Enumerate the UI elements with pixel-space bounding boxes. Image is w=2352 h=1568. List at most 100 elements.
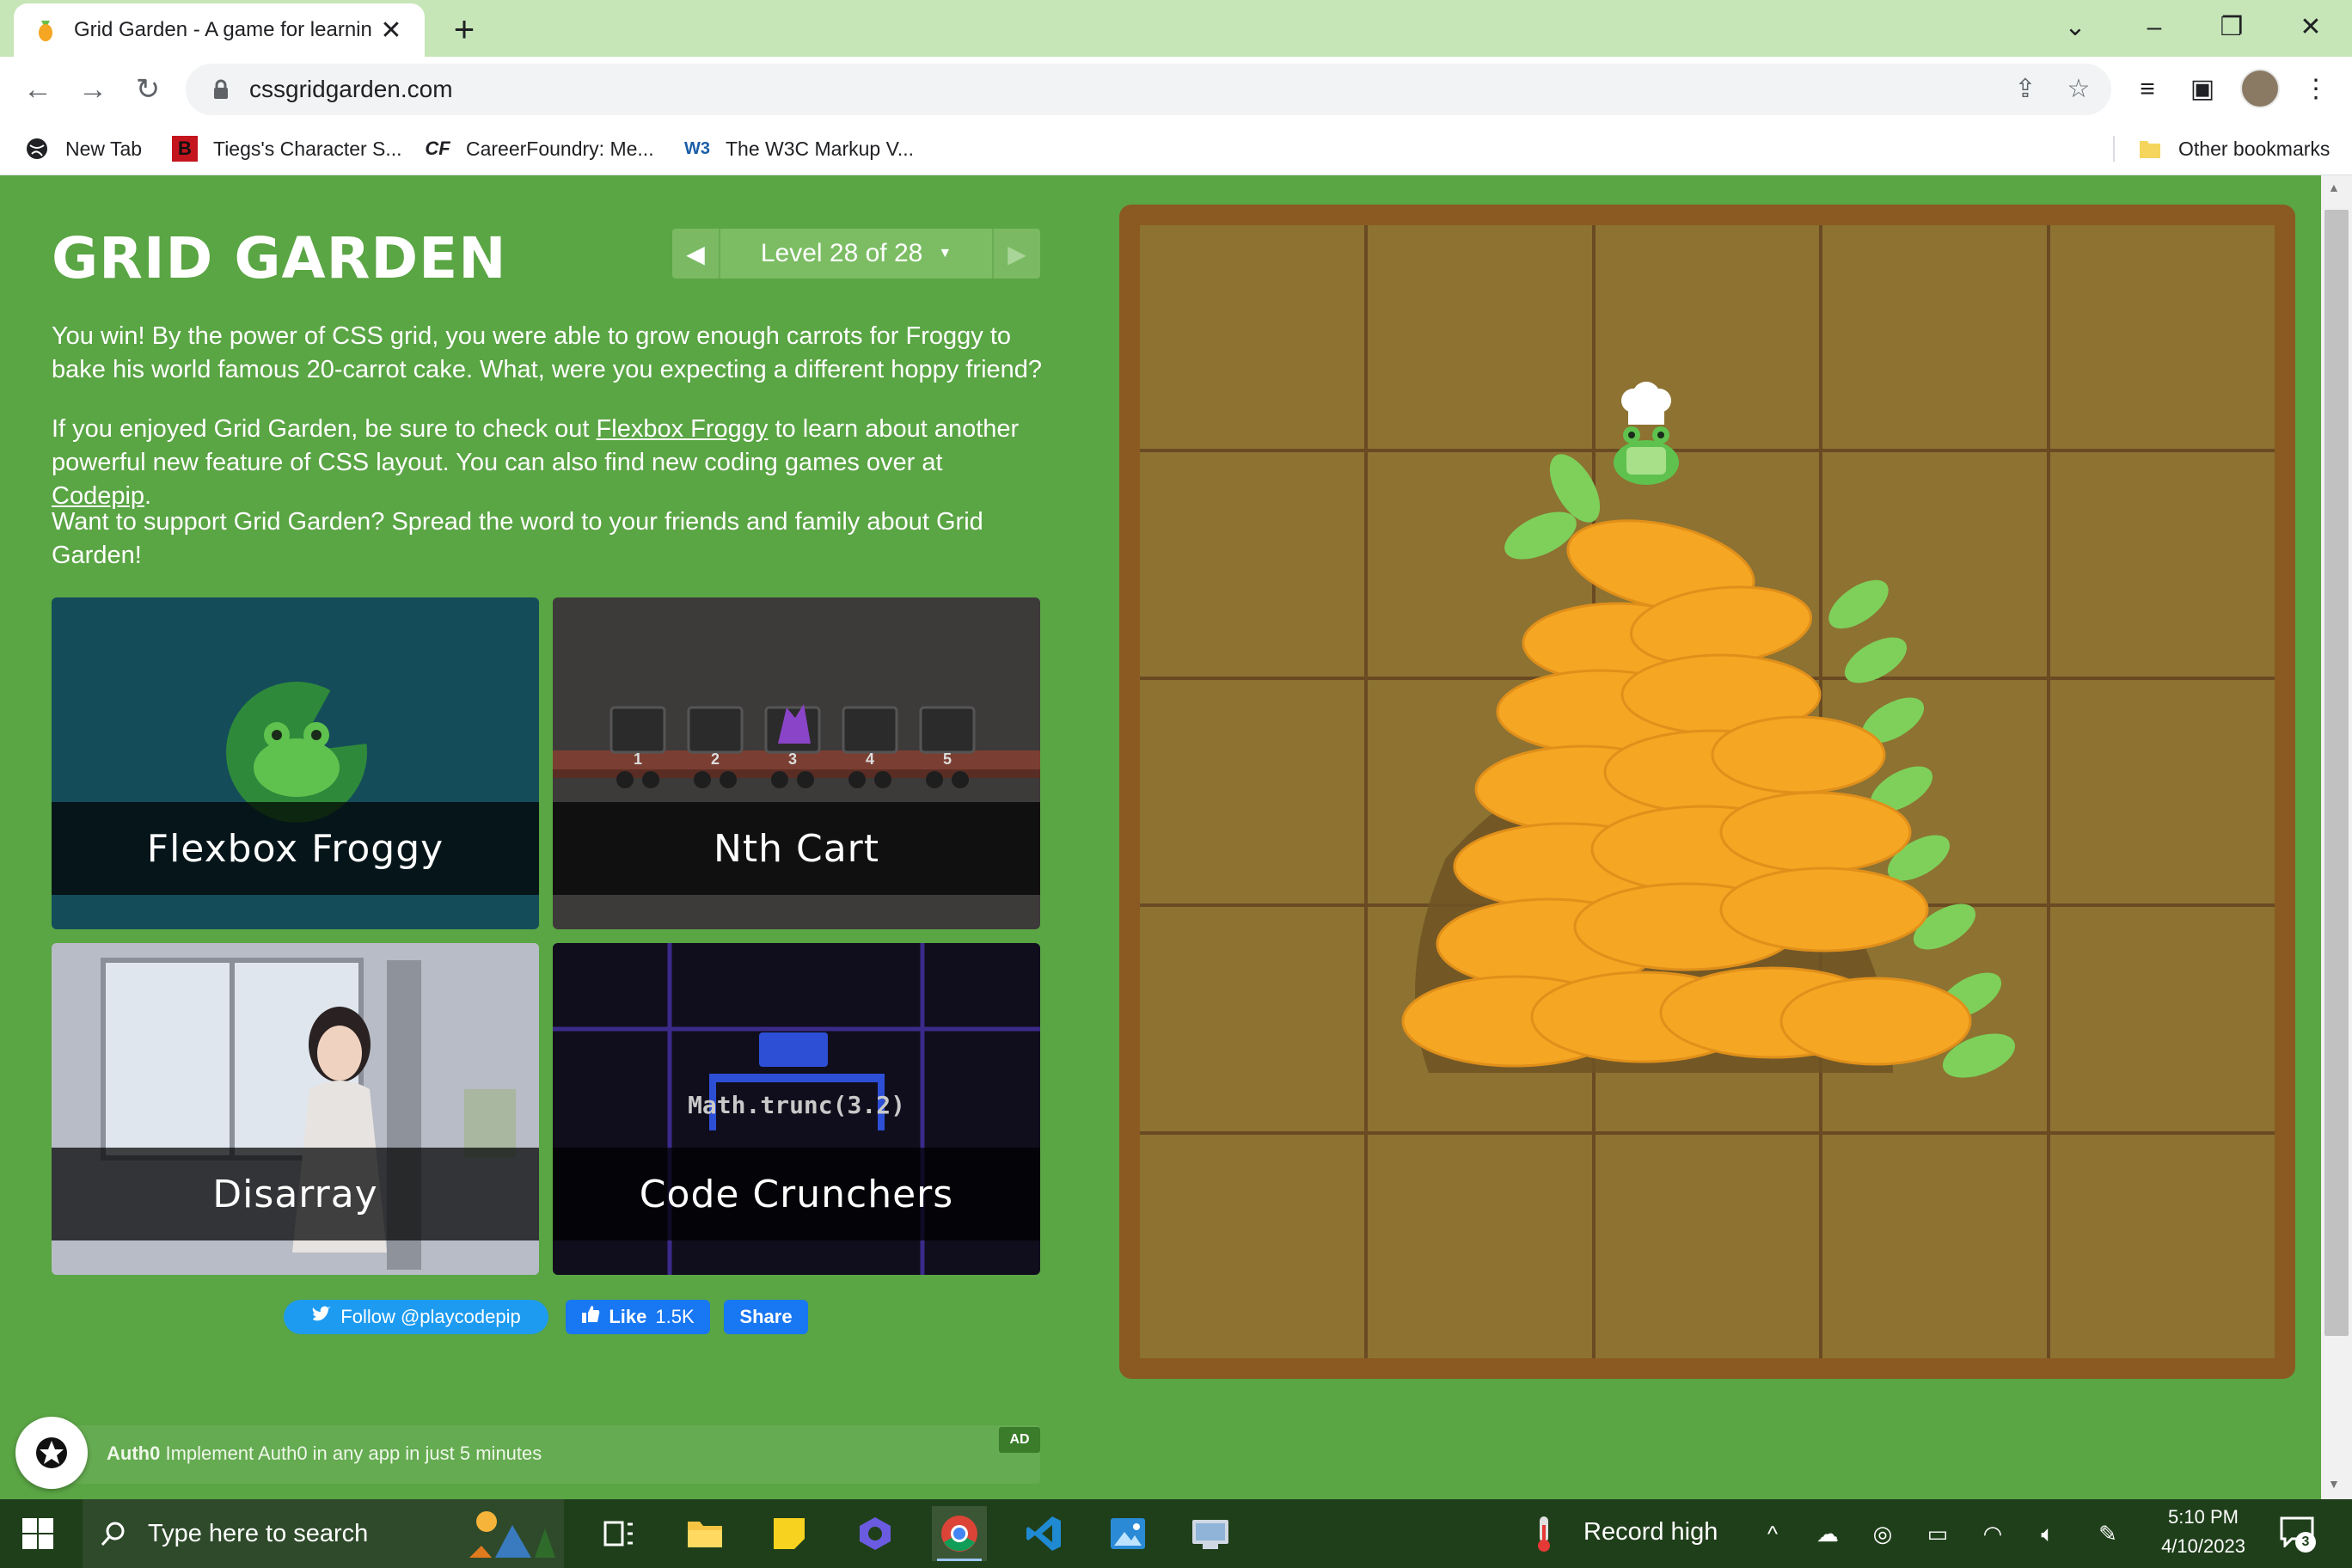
bookmark-label: New Tab [65,137,143,160]
close-window-button[interactable]: ✕ [2290,7,2331,48]
card-label: Disarray [52,1148,539,1240]
bookmark-tiegs[interactable]: B Tiegs's Character S... [172,132,402,165]
search-icon [101,1522,125,1546]
support-paragraph: Want to support Grid Garden? Spread the … [52,508,983,569]
sticky-notes-icon[interactable] [762,1506,817,1561]
bookmark-label: Tiegs's Character S... [213,137,402,160]
ad-badge: AD [999,1427,1040,1453]
chef-froggy-icon [1614,382,1679,485]
carrot-cake-pile-icon [1401,382,2016,1078]
game-card-disarray[interactable]: Disarray [52,943,539,1275]
w3c-logo-icon: W3 [684,138,710,158]
wifi-icon[interactable]: ◠ [1975,1516,2010,1551]
new-tab-button[interactable]: + [447,9,481,50]
bookmarks-bar: New Tab B Tiegs's Character S... CF Care… [0,122,2352,175]
follow-label: Follow @playcodepip [340,1306,521,1327]
caret-down-icon: ▼ [938,246,952,260]
twitter-follow-button[interactable]: Follow @playcodepip [284,1300,548,1334]
forward-icon[interactable]: → [72,69,113,110]
url-text: cssgridgarden.com [249,76,453,102]
active-app-indicator [937,1559,982,1561]
level-dropdown[interactable]: Level 28 of 28 ▼ [719,229,994,279]
scrollbar-thumb[interactable] [2324,210,2349,1336]
bing-copilot-icon[interactable] [848,1506,903,1561]
vscode-icon[interactable] [1016,1506,1071,1561]
lock-icon [214,79,228,99]
ad-text[interactable]: Auth0 Implement Auth0 in any app in just… [107,1442,542,1465]
share-icon[interactable]: ⇪ [2006,70,2044,108]
browser-tab[interactable]: Grid Garden - A game for learnin ✕ [14,3,425,57]
minimize-button[interactable]: – [2134,7,2175,48]
photos-icon[interactable] [1100,1506,1155,1561]
volume-icon[interactable]: 🔈︎ [2030,1516,2065,1551]
tab-close-icon[interactable]: ✕ [377,15,406,46]
notification-count-badge: 3 [2295,1532,2316,1553]
level-label: Level 28 of 28 [760,239,923,267]
cart-number: 5 [942,750,952,768]
search-placeholder: Type here to search [148,1519,369,1547]
meet-now-icon[interactable]: ◎ [1865,1516,1900,1551]
thumbs-up-icon [581,1305,600,1329]
facebook-like-button[interactable]: Like 1.5K [566,1300,710,1334]
twitter-bird-icon [311,1306,332,1328]
game-card-nth-cart[interactable]: 1 2 3 4 5 Nth Cart [553,597,1040,929]
battery-icon[interactable]: ▭ [1920,1516,1955,1551]
windows-start-icon[interactable] [21,1516,58,1554]
show-hidden-icons-chevron[interactable]: ^ [1755,1516,1790,1551]
menu-kebab-icon[interactable]: ⋮ [2297,70,2335,108]
pen-workspace-icon[interactable]: ✎ [2091,1516,2125,1551]
game-card-flexbox-froggy[interactable]: Flexbox Froggy [52,597,539,929]
level-navigation: ◀ Level 28 of 28 ▼ ▶ [672,229,1040,279]
cart-number: 3 [787,750,797,768]
bookmark-new-tab[interactable]: New Tab [24,132,142,165]
address-bar[interactable]: cssgridgarden.com [186,64,2111,115]
bookmark-w3c[interactable]: W3 The W3C Markup V... [684,132,914,165]
onedrive-cloud-icon[interactable]: ☁ [1810,1516,1845,1551]
cart-number: 1 [633,750,642,768]
media-queue-icon[interactable]: ≡ [2128,70,2166,108]
chrome-taskbar-icon[interactable] [932,1506,987,1561]
bookmark-star-icon[interactable]: ☆ [2060,70,2098,108]
flexbox-froggy-link[interactable]: Flexbox Froggy [597,415,769,443]
page-title: GRID GARDEN [52,225,507,291]
facebook-share-button[interactable]: Share [724,1300,808,1334]
folder-icon [2137,136,2163,162]
cart-number: 4 [865,750,874,768]
profile-avatar[interactable] [2240,69,2280,108]
carrot-favicon-icon [39,21,52,41]
scroll-down-icon[interactable]: ▼ [2328,1477,2340,1491]
reload-icon[interactable]: ↻ [127,69,168,110]
ad-message: Implement Auth0 in any app in just 5 min… [165,1442,542,1464]
taskbar-clock[interactable]: 5:10 PM 4/10/2023 [2139,1503,2268,1561]
notification-center-icon[interactable]: 3 [2280,1516,2318,1554]
scroll-up-icon[interactable]: ▲ [2328,181,2340,194]
clock-date: 4/10/2023 [2161,1535,2245,1557]
b-logo-icon: B [172,136,198,162]
browser-toolbar: ← → ↻ cssgridgarden.com ⇪ ☆ ≡ ▣ ⋮ [0,57,2352,122]
next-level-arrow-icon[interactable]: ▶ [994,229,1040,279]
bookmark-label: The W3C Markup V... [726,137,915,160]
restore-button[interactable]: ❐ [2211,7,2252,48]
taskbar-search[interactable]: Type here to search [83,1499,564,1568]
file-explorer-icon[interactable] [677,1506,732,1561]
remote-desktop-icon[interactable] [1183,1506,1238,1561]
side-panel-icon[interactable]: ▣ [2184,70,2221,108]
weather-text[interactable]: Record high [1583,1518,1718,1547]
tab-search-icon[interactable]: ⌄ [2055,7,2096,48]
back-icon[interactable]: ← [17,69,58,110]
garden-board [1119,205,2295,1379]
card-label: Flexbox Froggy [52,802,539,895]
previous-level-arrow-icon[interactable]: ◀ [672,229,719,279]
bookmark-label: CareerFoundry: Me... [466,137,654,160]
other-bookmarks[interactable]: Other bookmarks [2137,132,2330,165]
bookmark-careerfoundry[interactable]: CF CareerFoundry: Me... [425,132,654,165]
cf-logo-icon: CF [425,138,450,159]
clock-time: 5:10 PM [2168,1506,2239,1528]
game-card-code-crunchers[interactable]: Math.trunc(3.2) Code Crunchers [553,943,1040,1275]
promo-text: If you enjoyed Grid Garden, be sure to c… [52,415,597,443]
thermometer-icon [1532,1515,1556,1553]
card-label: Code Crunchers [553,1148,1040,1240]
win-message: You win! By the power of CSS grid, you w… [52,322,1043,383]
other-bookmarks-label: Other bookmarks [2178,137,2331,160]
task-view-icon[interactable] [591,1506,646,1561]
